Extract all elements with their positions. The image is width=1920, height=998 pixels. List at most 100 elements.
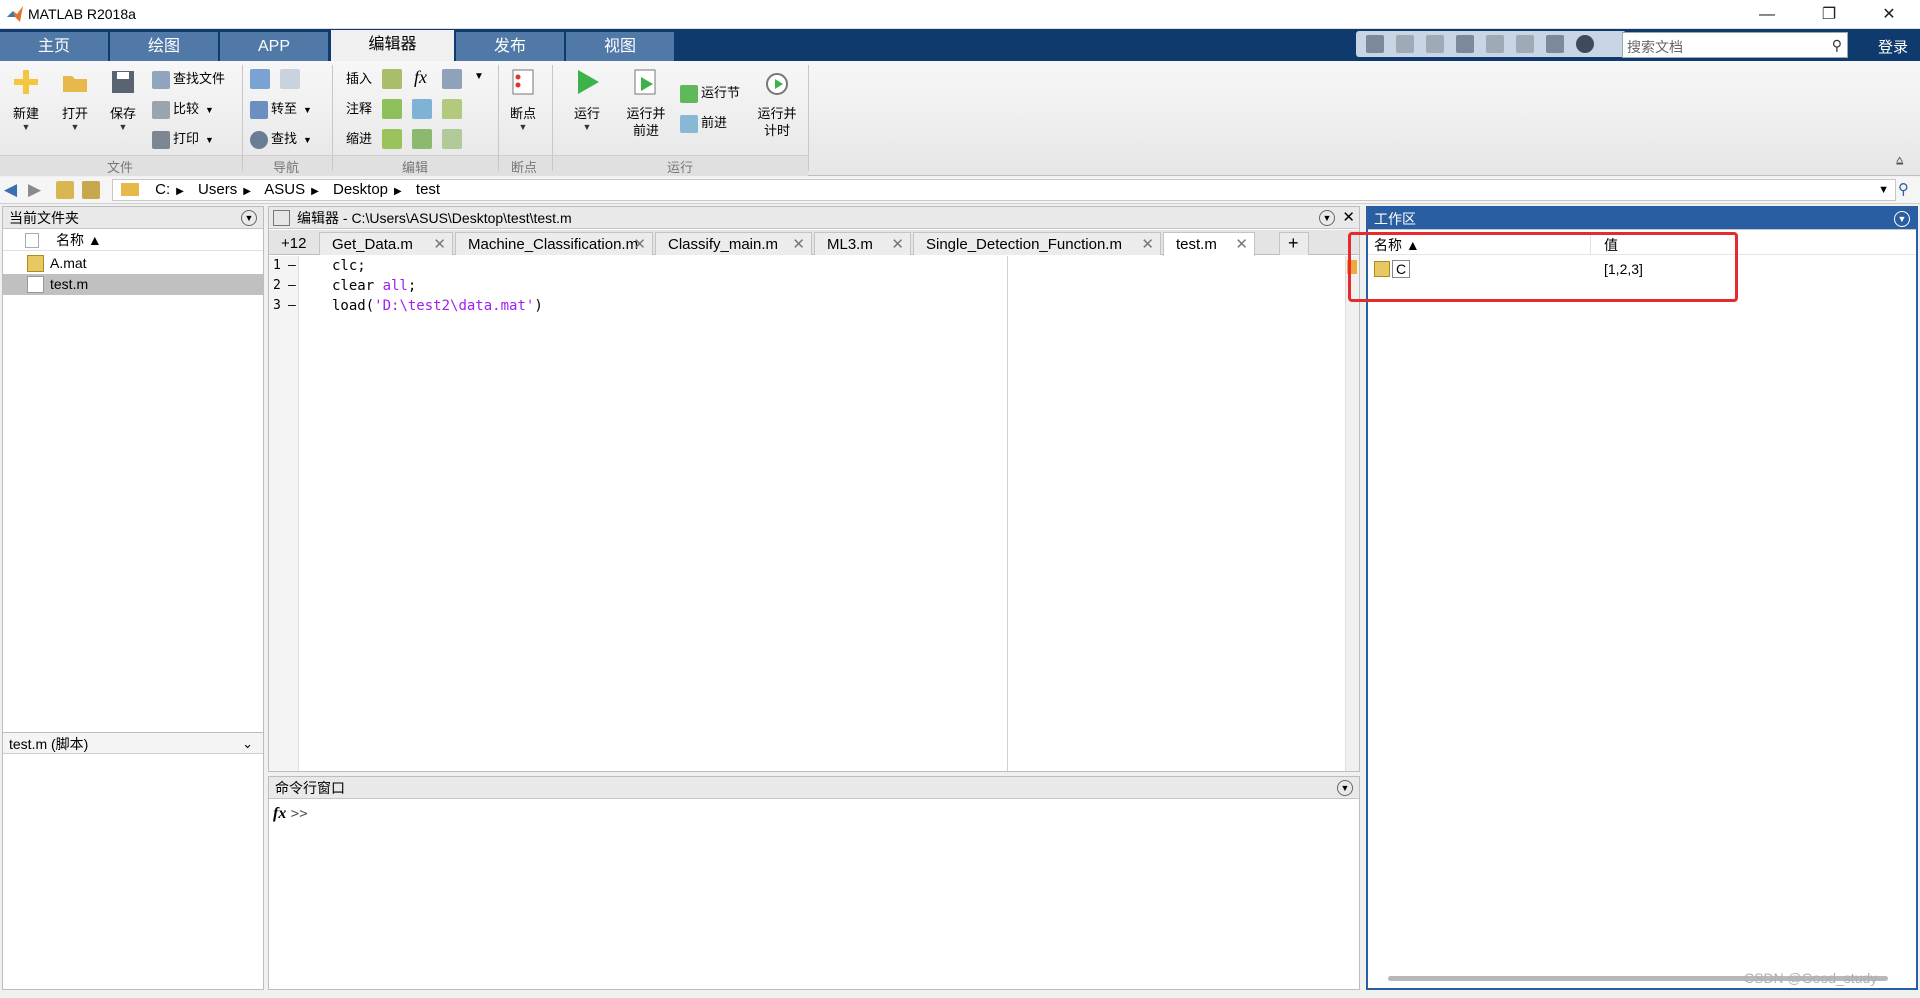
close-icon[interactable]: ✕ [1342, 207, 1355, 229]
search-docs-input[interactable]: 搜索文档 ⚲ [1622, 32, 1848, 58]
browse-folder-icon[interactable] [82, 181, 100, 199]
tab-home[interactable]: 主页 [0, 32, 109, 61]
run-button[interactable]: 运行 ▼ [568, 67, 606, 132]
tab-overflow-button[interactable]: +12 [273, 232, 317, 255]
tab-apps[interactable]: APP [220, 32, 329, 61]
save-button[interactable]: 保存 ▼ [103, 67, 143, 132]
compare-button[interactable]: 比较 ▼ [152, 99, 214, 119]
increase-indent-icon[interactable] [412, 129, 432, 149]
editor-tab[interactable]: Classify_main.m ✕ [655, 232, 812, 255]
paste-icon[interactable] [1456, 35, 1474, 53]
editor-tab[interactable]: Single_Detection_Function.m ✕ [913, 232, 1161, 255]
panel-menu-icon[interactable]: ▼ [1894, 211, 1910, 227]
close-tab-icon[interactable]: ✕ [891, 233, 904, 256]
breakpoint-marker[interactable]: – [288, 278, 296, 293]
chevron-down-icon[interactable]: ▼ [474, 71, 484, 82]
close-tab-icon[interactable]: ✕ [792, 233, 805, 256]
panel-menu-icon[interactable]: ▼ [241, 210, 257, 226]
search-folder-icon[interactable]: ⚲ [1898, 180, 1909, 198]
breadcrumb-users[interactable]: Users [198, 181, 237, 198]
close-tab-icon[interactable]: ✕ [633, 233, 646, 256]
editor-tab[interactable]: Get_Data.m ✕ [319, 232, 453, 255]
decrease-indent-icon[interactable] [442, 129, 462, 149]
tab-editor[interactable]: 编辑器 [331, 30, 455, 61]
breadcrumb-arrow-icon: ▶ [243, 186, 251, 197]
close-tab-icon[interactable]: ✕ [433, 233, 446, 256]
find-files-button[interactable]: 查找文件 [152, 69, 225, 89]
close-button[interactable]: ✕ [1860, 0, 1918, 29]
close-tab-icon[interactable]: ✕ [1235, 233, 1248, 256]
command-prompt[interactable]: fx >> [273, 805, 308, 823]
chevron-down-icon: ▼ [205, 135, 214, 145]
collapse-ribbon-icon[interactable]: ⩠ [1896, 153, 1903, 168]
group-label-navigate: 导航 [272, 160, 299, 175]
breadcrumb-c[interactable]: C: [155, 181, 170, 198]
panel-menu-icon[interactable]: ▼ [1319, 210, 1335, 226]
find-button[interactable]: 查找 ▼ [250, 129, 312, 149]
run-section-button[interactable]: 运行节 [680, 83, 740, 103]
code-line[interactable]: clear all; [332, 278, 416, 294]
goto-button[interactable]: 转至 ▼ [250, 99, 312, 119]
cut-icon[interactable] [1396, 35, 1414, 53]
editor-scrollbar[interactable] [1345, 256, 1359, 771]
insert-function-icon[interactable]: fx [414, 67, 427, 88]
breadcrumb-asus[interactable]: ASUS [264, 181, 305, 198]
new-button[interactable]: 新建 ▼ [6, 67, 46, 132]
breadcrumb-desktop[interactable]: Desktop [333, 181, 388, 198]
help-icon[interactable] [1576, 35, 1594, 53]
insert-fi-icon[interactable] [442, 69, 462, 89]
compare-label: 比较 [173, 101, 200, 116]
restore-button[interactable]: ❐ [1800, 0, 1858, 29]
editor-tab[interactable]: ML3.m ✕ [814, 232, 911, 255]
insert-section-icon[interactable] [382, 69, 402, 89]
open-button[interactable]: 打开 ▼ [55, 67, 95, 132]
uncomment-icon[interactable] [412, 99, 432, 119]
breakpoint-marker[interactable]: – [288, 258, 296, 273]
tab-plots[interactable]: 绘图 [110, 32, 219, 61]
folder-path[interactable]: C: ▶ Users ▶ ASUS ▶ Desktop ▶ test ▼ [112, 179, 1896, 201]
comment-percent-icon[interactable] [382, 99, 402, 119]
code-line[interactable]: load('D:\test2\data.mat') [332, 298, 543, 314]
file-row[interactable]: test.m [3, 274, 263, 295]
close-tab-icon[interactable]: ✕ [1141, 233, 1154, 256]
find-label: 查找 [271, 131, 298, 146]
breadcrumb-test[interactable]: test [416, 181, 440, 198]
panel-menu-icon[interactable]: ▼ [1337, 780, 1353, 796]
name-column-label: 名称 ▲ [56, 232, 102, 248]
run-and-advance-button[interactable]: 运行并 前进 [622, 67, 670, 139]
code-line[interactable]: clc; [332, 258, 366, 274]
command-window[interactable]: 命令行窗口 ▼ fx >> [268, 776, 1360, 990]
print-button[interactable]: 打印 ▼ [152, 129, 214, 149]
forward-arrow-icon[interactable]: ▶ [28, 180, 41, 200]
login-link[interactable]: 登录 [1878, 36, 1908, 57]
search-icon[interactable]: ⚲ [1832, 37, 1842, 54]
copy-icon[interactable] [1426, 35, 1444, 53]
tab-view[interactable]: 视图 [566, 32, 675, 61]
editor-tab-active[interactable]: test.m ✕ [1163, 232, 1255, 256]
details-header[interactable]: test.m (脚本) ⌄ [3, 732, 263, 754]
back-arrow-icon[interactable] [250, 69, 270, 89]
new-tab-button[interactable]: + [1279, 232, 1309, 255]
back-arrow-icon[interactable]: ◀ [4, 180, 17, 200]
run-and-time-button[interactable]: 运行并 计时 [752, 67, 802, 139]
redo-icon[interactable] [1516, 35, 1534, 53]
tab-publish[interactable]: 发布 [456, 32, 565, 61]
forward-arrow-icon[interactable] [280, 69, 300, 89]
chevron-down-icon[interactable]: ⌄ [242, 733, 253, 755]
advance-button[interactable]: 前进 [680, 113, 727, 133]
file-row[interactable]: A.mat [3, 253, 263, 274]
breakpoint-marker[interactable]: – [288, 298, 296, 313]
function-browser-icon[interactable]: fx [273, 805, 286, 822]
column-header-name[interactable]: 名称 ▲ [3, 230, 263, 251]
wrap-comment-icon[interactable] [442, 99, 462, 119]
minimize-button[interactable]: — [1738, 0, 1796, 29]
smart-indent-icon[interactable] [382, 129, 402, 149]
editor-tab[interactable]: Machine_Classification.m ✕ [455, 232, 653, 255]
switch-windows-icon[interactable] [1546, 35, 1564, 53]
save-icon[interactable] [1366, 35, 1384, 53]
chevron-down-icon[interactable]: ▼ [1878, 180, 1889, 200]
breakpoints-button[interactable]: 断点 ▼ [504, 67, 542, 132]
undo-icon[interactable] [1486, 35, 1504, 53]
save-icon [112, 71, 134, 93]
up-folder-icon[interactable] [56, 181, 74, 199]
